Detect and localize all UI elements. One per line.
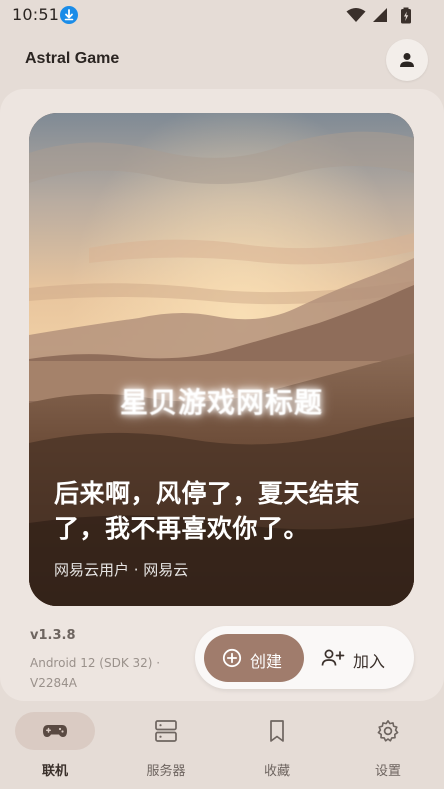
action-pill: 创建 加入 xyxy=(195,626,414,689)
lyric-text: 后来啊，风停了，夏天结束了，我不再喜欢你了。 xyxy=(54,479,361,543)
gear-icon xyxy=(377,720,399,742)
profile-button[interactable] xyxy=(386,39,428,81)
server-icon xyxy=(155,720,177,742)
nav-label-servers: 服务器 xyxy=(146,764,186,779)
add-circle-icon xyxy=(222,648,242,668)
nav-item-online[interactable]: 联机 xyxy=(15,712,95,782)
join-button-label: 加入 xyxy=(353,652,386,671)
bookmark-icon xyxy=(270,720,284,742)
version-text: v1.3.8 xyxy=(30,628,76,643)
create-button[interactable]: 创建 xyxy=(204,634,304,682)
hero-card[interactable]: 星贝游戏网标题 后来啊，风停了，夏天结束了，我不再喜欢你了。 网易云用户 · 网… xyxy=(29,113,414,606)
status-bar: 10:51 xyxy=(0,0,444,30)
status-time: 10:51 xyxy=(12,5,60,24)
download-icon xyxy=(60,6,78,24)
nav-item-settings[interactable]: 设置 xyxy=(348,712,428,782)
nav-item-servers[interactable]: 服务器 xyxy=(126,712,206,782)
nav-label-settings: 设置 xyxy=(374,764,401,779)
app-title: Astral Game xyxy=(25,50,120,67)
status-icons xyxy=(332,7,412,24)
wifi-icon xyxy=(346,8,366,22)
bottom-nav: 联机 服务器 收藏 设置 xyxy=(0,701,444,789)
gamepad-icon xyxy=(43,725,67,737)
create-button-label: 创建 xyxy=(250,652,283,671)
nav-item-favorites[interactable]: 收藏 xyxy=(237,712,317,782)
nav-label-online: 联机 xyxy=(41,764,68,779)
nav-label-favorites: 收藏 xyxy=(263,764,290,779)
battery-icon xyxy=(401,7,411,24)
lyric-source: 网易云用户 · 网易云 xyxy=(54,561,189,579)
hero-overlay-title: 星贝游戏网标题 xyxy=(119,386,323,419)
app-bar: Astral Game xyxy=(0,30,444,90)
person-icon xyxy=(400,53,414,67)
join-button[interactable]: 加入 xyxy=(315,634,405,682)
person-add-icon xyxy=(321,649,345,666)
signal-icon xyxy=(373,8,387,22)
device-info: Android 12 (SDK 32) · V2284A xyxy=(30,656,161,690)
